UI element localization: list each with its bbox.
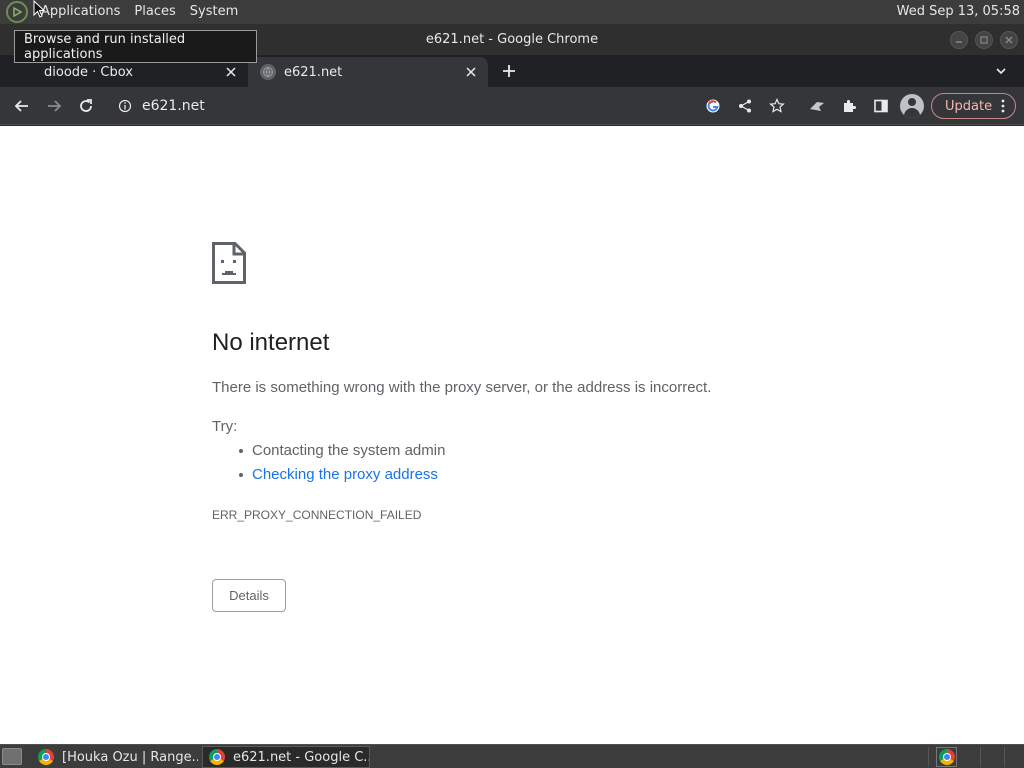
update-button[interactable]: Update [931, 93, 1016, 119]
desktop-screen: Applications Places System Wed Sep 13, 0… [0, 0, 1024, 768]
error-title: No internet [212, 329, 330, 356]
browser-toolbar: e621.net Update [0, 87, 1024, 125]
suggestion-link-proxy[interactable]: Checking the proxy address [238, 466, 445, 490]
bookmark-star-icon[interactable] [765, 94, 789, 118]
show-desktop-icon[interactable] [2, 748, 22, 765]
suggestion-item: Contacting the system admin [238, 442, 445, 466]
mouse-cursor-icon [33, 0, 45, 18]
update-label: Update [945, 98, 993, 114]
suggestion-list: Contacting the system admin Checking the… [238, 442, 445, 490]
tray-chrome-icon[interactable] [936, 747, 957, 767]
tab-e621[interactable]: e621.net [248, 57, 488, 87]
menu-applications[interactable]: Applications [34, 0, 127, 24]
error-code: ERR_PROXY_CONNECTION_FAILED [212, 508, 422, 522]
applications-logo-icon[interactable] [6, 1, 28, 23]
back-button[interactable] [10, 94, 34, 118]
extension-bird-icon[interactable] [805, 94, 829, 118]
try-label: Try: [212, 418, 238, 435]
sad-page-icon [212, 242, 246, 284]
window-controls [950, 31, 1018, 49]
tray-separator [1004, 747, 1005, 767]
chrome-icon [38, 749, 54, 765]
error-description: There is something wrong with the proxy … [212, 379, 712, 396]
details-button[interactable]: Details [212, 579, 286, 612]
close-tab-icon[interactable] [222, 63, 240, 81]
profile-avatar[interactable] [900, 94, 924, 118]
taskbar-item-houka-ozu[interactable]: [Houka Ozu | Range... [32, 746, 198, 768]
taskbar-item-label: e621.net - Google C... [233, 749, 370, 765]
menu-places[interactable]: Places [127, 0, 182, 24]
chrome-icon [209, 749, 225, 765]
panel-clock[interactable]: Wed Sep 13, 05:58 [897, 0, 1020, 24]
tray-separator [928, 747, 929, 767]
menu-system[interactable]: System [183, 0, 245, 24]
url-text: e621.net [142, 98, 205, 114]
tab-search-chevron-icon[interactable] [992, 62, 1010, 80]
address-bar[interactable]: e621.net [108, 92, 688, 120]
taskbar-item-label: [Houka Ozu | Range... [62, 749, 198, 765]
share-icon[interactable] [733, 94, 757, 118]
bottom-taskbar: [Houka Ozu | Range... e621.net - Google … [0, 744, 1024, 768]
tab-label: dioode · Cbox [44, 64, 133, 80]
error-page: No internet There is something wrong wit… [0, 126, 1024, 744]
new-tab-button[interactable] [498, 60, 520, 82]
globe-icon [260, 64, 276, 80]
forward-button[interactable] [42, 94, 66, 118]
maximize-button[interactable] [975, 31, 993, 49]
more-menu-icon[interactable] [1001, 99, 1005, 113]
reload-button[interactable] [74, 94, 98, 118]
site-info-icon[interactable] [116, 97, 134, 115]
google-lens-icon[interactable] [701, 94, 725, 118]
top-panel: Applications Places System Wed Sep 13, 0… [0, 0, 1024, 24]
minimize-button[interactable] [950, 31, 968, 49]
close-tab-icon[interactable] [462, 63, 480, 81]
side-panel-icon[interactable] [869, 94, 893, 118]
tab-label: e621.net [284, 64, 343, 80]
applications-tooltip: Browse and run installed applications [14, 30, 257, 63]
taskbar-item-e621[interactable]: e621.net - Google C... [202, 746, 370, 768]
extensions-puzzle-icon[interactable] [837, 94, 861, 118]
tray-separator [980, 747, 981, 767]
chrome-icon [938, 749, 955, 765]
close-window-button[interactable] [1000, 31, 1018, 49]
